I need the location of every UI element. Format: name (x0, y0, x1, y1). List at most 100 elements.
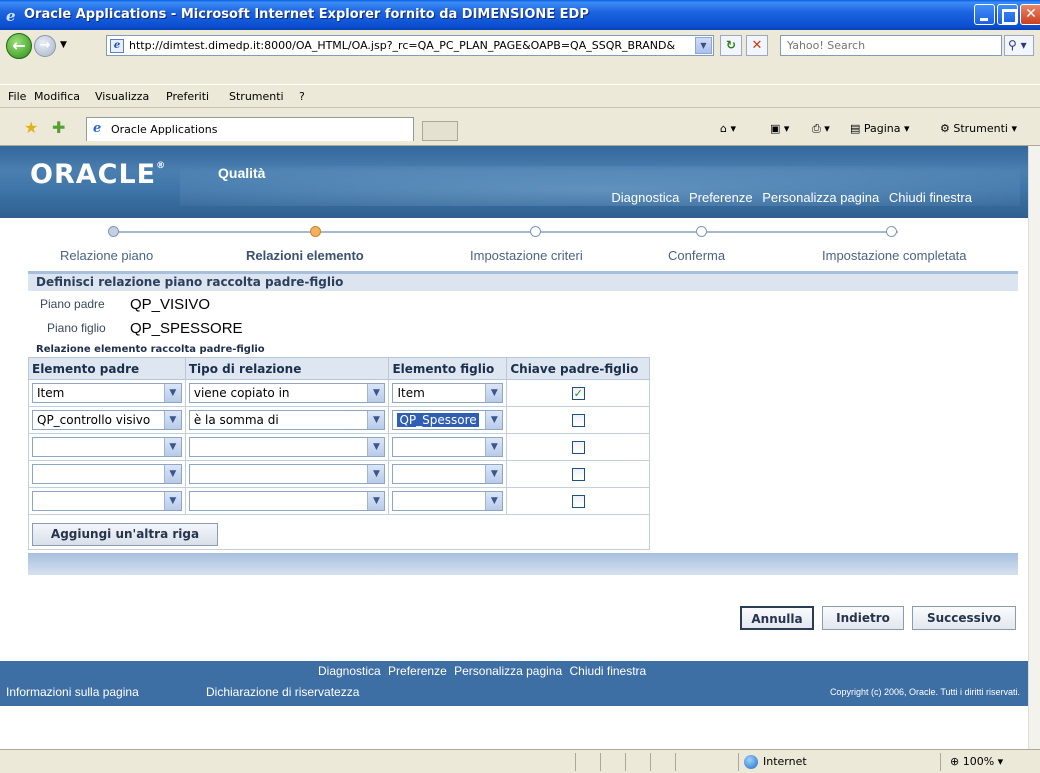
menu-bar: File Modifica Visualizza Preferiti Strum… (0, 84, 1040, 108)
menu-help[interactable]: ? (299, 90, 305, 103)
print-icon[interactable]: ⎙ ▾ (812, 122, 830, 136)
address-dropdown-icon[interactable]: ▼ (695, 37, 712, 54)
relation-type-select[interactable]: è la somma di ▼ (188, 410, 386, 430)
parent-element-select[interactable]: Item ▼ (32, 383, 182, 403)
privacy-link[interactable]: Dichiarazione di riservatezza (206, 685, 359, 699)
table-row: QP_controllo visivo ▼ è la somma di ▼ QP_S… (28, 406, 650, 434)
search-icon[interactable]: ⚲ ▾ (1004, 35, 1034, 56)
close-button[interactable]: ✕ (1020, 4, 1040, 25)
table-header-row: Elemento padre Tipo di relazione Element… (28, 357, 650, 380)
key-checkbox[interactable] (571, 467, 585, 481)
menu-modifica[interactable]: Modifica (34, 90, 80, 103)
home-icon[interactable]: ⌂ ▾ (720, 122, 736, 135)
favorites-star-icon[interactable]: ★ (24, 118, 38, 137)
footer-link-preferenze[interactable]: Preferenze (388, 664, 447, 678)
train-step-1-label[interactable]: Relazione piano (60, 248, 153, 263)
tab-label: Oracle Applications (111, 123, 218, 136)
child-element-select[interactable]: Item ▼ (392, 383, 504, 403)
col-elemento-figlio: Elemento figlio (388, 357, 508, 380)
train-step-5-label: Impostazione completata (822, 248, 967, 263)
relation-type-select[interactable]: viene copiato in ▼ (188, 383, 386, 403)
back-button[interactable]: ← (6, 33, 32, 59)
title-bar: e Oracle Applications - Microsoft Intern… (0, 0, 1040, 30)
cancel-button[interactable]: Annulla (740, 606, 814, 630)
train-step-2-label: Relazioni elemento (246, 248, 364, 263)
train-step-3-label: Impostazione criteri (470, 248, 583, 263)
relation-type-value: è la somma di (193, 413, 279, 427)
search-input[interactable] (781, 36, 1001, 55)
child-element-select[interactable]: ▼ (392, 437, 504, 457)
parent-plan-value: QP_VISIVO (130, 296, 211, 313)
menu-preferiti[interactable]: Preferiti (166, 90, 209, 103)
refresh-button[interactable]: ↻ (720, 35, 742, 56)
footer-link-chiudi-finestra[interactable]: Chiudi finestra (570, 664, 647, 678)
address-bar[interactable]: e http://dimtest.dimedp.it:8000/OA_HTML/… (106, 35, 714, 56)
zoom-level[interactable]: ⊕ 100% ▾ (950, 755, 1003, 768)
footer-link-personalizza-pagina[interactable]: Personalizza pagina (454, 664, 562, 678)
page-menu[interactable]: ▤ Pagina ▾ (850, 122, 910, 135)
link-personalizza-pagina[interactable]: Personalizza pagina (762, 190, 879, 205)
parent-plan-label: Piano padre (40, 297, 105, 311)
chevron-down-icon: ▼ (485, 465, 503, 483)
global-links: Diagnostica Preferenze Personalizza pagi… (605, 190, 972, 205)
feeds-icon[interactable]: ▣ ▾ (770, 122, 789, 135)
chevron-down-icon: ▼ (485, 384, 503, 402)
footer-link-diagnostica[interactable]: Diagnostica (318, 664, 381, 678)
stop-button[interactable]: ✕ (746, 35, 768, 56)
menu-file[interactable]: File (8, 90, 26, 103)
key-checkbox[interactable] (571, 494, 585, 508)
page-menu-label: Pagina (863, 122, 901, 135)
oracle-logo: ORACLE® (30, 159, 167, 190)
search-box[interactable] (780, 35, 1002, 56)
col-chiave-padre-figlio: Chiave padre-figlio (506, 357, 650, 380)
page-info-link[interactable]: Informazioni sulla pagina (6, 685, 139, 699)
back-step-button[interactable]: Indietro (822, 606, 904, 630)
copyright-text: Copyright (c) 2006, Oracle. Tutti i diri… (829, 687, 1020, 697)
table-row: ▼ ▼ ▼ (28, 460, 650, 488)
key-checkbox-checked[interactable]: ✓ (571, 386, 585, 400)
key-checkbox[interactable] (571, 413, 585, 427)
link-chiudi-finestra[interactable]: Chiudi finestra (889, 190, 972, 205)
parent-element-select[interactable]: ▼ (32, 491, 182, 511)
train-step-1-node[interactable] (108, 226, 119, 237)
history-dropdown-icon[interactable]: ▼ (60, 40, 67, 50)
internet-zone-icon (744, 755, 758, 769)
chevron-down-icon: ▼ (163, 384, 181, 402)
tools-menu[interactable]: ⚙ Strumenti ▾ (940, 122, 1017, 135)
new-tab-button[interactable] (422, 121, 458, 141)
minimize-button[interactable] (974, 4, 995, 25)
child-element-value: QP_Spessore (397, 413, 479, 427)
link-diagnostica[interactable]: Diagnostica (611, 190, 679, 205)
page-content: ORACLE® Qualità Diagnostica Preferenze P… (0, 146, 1028, 749)
table-row: ▼ ▼ ▼ (28, 487, 650, 515)
relation-type-select[interactable]: ▼ (188, 491, 386, 511)
child-element-select[interactable]: QP_Spessore ▼ (392, 410, 504, 430)
link-preferenze[interactable]: Preferenze (689, 190, 753, 205)
key-checkbox[interactable] (571, 440, 585, 454)
menu-strumenti[interactable]: Strumenti (229, 90, 284, 103)
parent-element-select[interactable]: ▼ (32, 437, 182, 457)
address-url[interactable]: http://dimtest.dimedp.it:8000/OA_HTML/OA… (129, 39, 689, 52)
add-favorites-icon[interactable]: ✚ (52, 118, 65, 137)
child-element-select[interactable]: ▼ (392, 464, 504, 484)
parent-element-select[interactable]: QP_controllo visivo ▼ (32, 410, 182, 430)
child-element-select[interactable]: ▼ (392, 491, 504, 511)
next-button[interactable]: Successivo (912, 606, 1016, 630)
status-bar: Internet ⊕ 100% ▾ (0, 749, 1040, 773)
train-step-3-node (530, 226, 541, 237)
child-plan-label: Piano figlio (47, 321, 106, 335)
forward-button[interactable]: → (34, 35, 56, 57)
menu-visualizza[interactable]: Visualizza (95, 90, 149, 103)
section-header-text: Definisci relazione piano raccolta padre… (36, 275, 344, 289)
train-step-4-label: Conferma (668, 248, 726, 263)
vertical-scrollbar[interactable] (1028, 146, 1040, 749)
parent-element-select[interactable]: ▼ (32, 464, 182, 484)
page-footer: Diagnostica Preferenze Personalizza pagi… (0, 661, 1028, 706)
col-tipo-relazione: Tipo di relazione (184, 357, 390, 380)
add-row-button[interactable]: Aggiungi un'altra riga (32, 523, 218, 546)
relation-type-select[interactable]: ▼ (188, 464, 386, 484)
maximize-button[interactable] (997, 4, 1018, 25)
zoom-value: 100% (962, 755, 995, 768)
relation-type-select[interactable]: ▼ (188, 437, 386, 457)
tab-oracle-applications[interactable]: e Oracle Applications (86, 117, 414, 141)
